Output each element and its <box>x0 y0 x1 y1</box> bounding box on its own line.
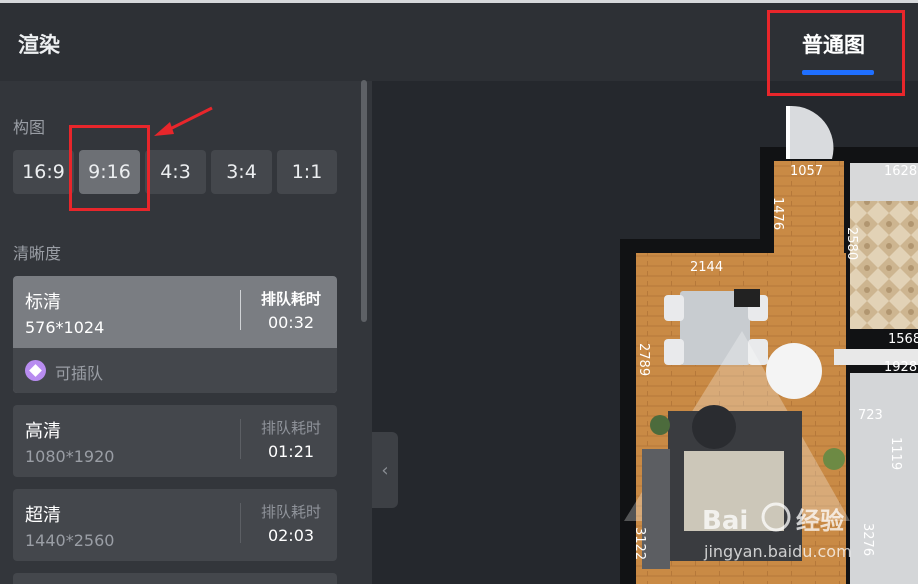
dim-label: 723 <box>858 408 883 423</box>
vip-diamond-icon <box>25 360 46 381</box>
jump-queue-label: 可插队 <box>55 364 104 383</box>
annotation-box-tab <box>767 10 905 96</box>
clarity-option-standard[interactable]: 标清 576*1024 排队耗时 00:32 可插队 <box>13 276 337 393</box>
floorplan-svg: 1057 1628 1476 2580 2144 1568 2789 1928 … <box>620 105 918 584</box>
clarity-size: 576*1024 <box>25 318 105 337</box>
dim-label: 1568 <box>888 332 918 347</box>
dim-label: 1057 <box>790 164 823 179</box>
clarity-option-next[interactable] <box>13 573 337 584</box>
clarity-size: 1080*1920 <box>25 447 115 466</box>
queue-time: 01:21 <box>267 442 315 461</box>
clarity-name: 高清 <box>25 421 61 442</box>
queue-label: 排队耗时 <box>260 419 321 437</box>
queue-label: 排队耗时 <box>260 290 321 308</box>
dim-label: 1928 <box>884 360 917 375</box>
chevron-left-icon: ‹ <box>381 459 389 481</box>
annotation-arrow-icon <box>154 106 213 136</box>
divider <box>240 503 241 543</box>
ratio-1-1-button[interactable]: 1:1 <box>277 150 337 194</box>
dim-label: 1119 <box>888 437 903 470</box>
dim-label: 2580 <box>844 227 859 260</box>
dim-label: 1476 <box>770 197 785 230</box>
clarity-name: 标清 <box>25 292 61 313</box>
dim-label: 2144 <box>690 260 723 275</box>
panel-scrollbar[interactable] <box>361 80 367 322</box>
panel-title: 渲染 <box>18 33 60 57</box>
queue-time: 00:32 <box>267 313 315 332</box>
watermark-brand-cn: 经验 <box>796 507 844 535</box>
composition-label: 构图 <box>13 118 46 137</box>
clarity-option-hd[interactable]: 高清 1080*1920 排队耗时 01:21 <box>13 405 337 477</box>
dim-label: 3122 <box>632 527 647 560</box>
collapse-panel-button[interactable]: ‹ <box>372 432 398 508</box>
dim-label: 2789 <box>636 343 651 376</box>
queue-label: 排队耗时 <box>260 503 321 521</box>
ratio-16-9-button[interactable]: 16:9 <box>13 150 74 194</box>
watermark-url: jingyan.baidu.com <box>703 542 852 561</box>
ratio-3-4-button[interactable]: 3:4 <box>211 150 272 194</box>
divider <box>240 419 241 459</box>
queue-time: 02:03 <box>267 526 315 545</box>
dim-label: 3276 <box>860 523 875 556</box>
ratio-4-3-button[interactable]: 4:3 <box>145 150 206 194</box>
clarity-size: 1440*2560 <box>25 531 115 550</box>
annotation-box-ratio <box>69 125 150 211</box>
divider <box>240 290 241 330</box>
clarity-name: 超清 <box>25 505 61 526</box>
floorplan-canvas[interactable]: 1057 1628 1476 2580 2144 1568 2789 1928 … <box>372 81 918 584</box>
jump-queue-row[interactable]: 可插队 <box>13 348 337 393</box>
dim-label: 1628 <box>884 164 917 179</box>
clarity-option-uhd[interactable]: 超清 1440*2560 排队耗时 02:03 <box>13 489 337 561</box>
clarity-label: 清晰度 <box>13 244 62 263</box>
watermark-brand: Bai <box>702 506 748 536</box>
